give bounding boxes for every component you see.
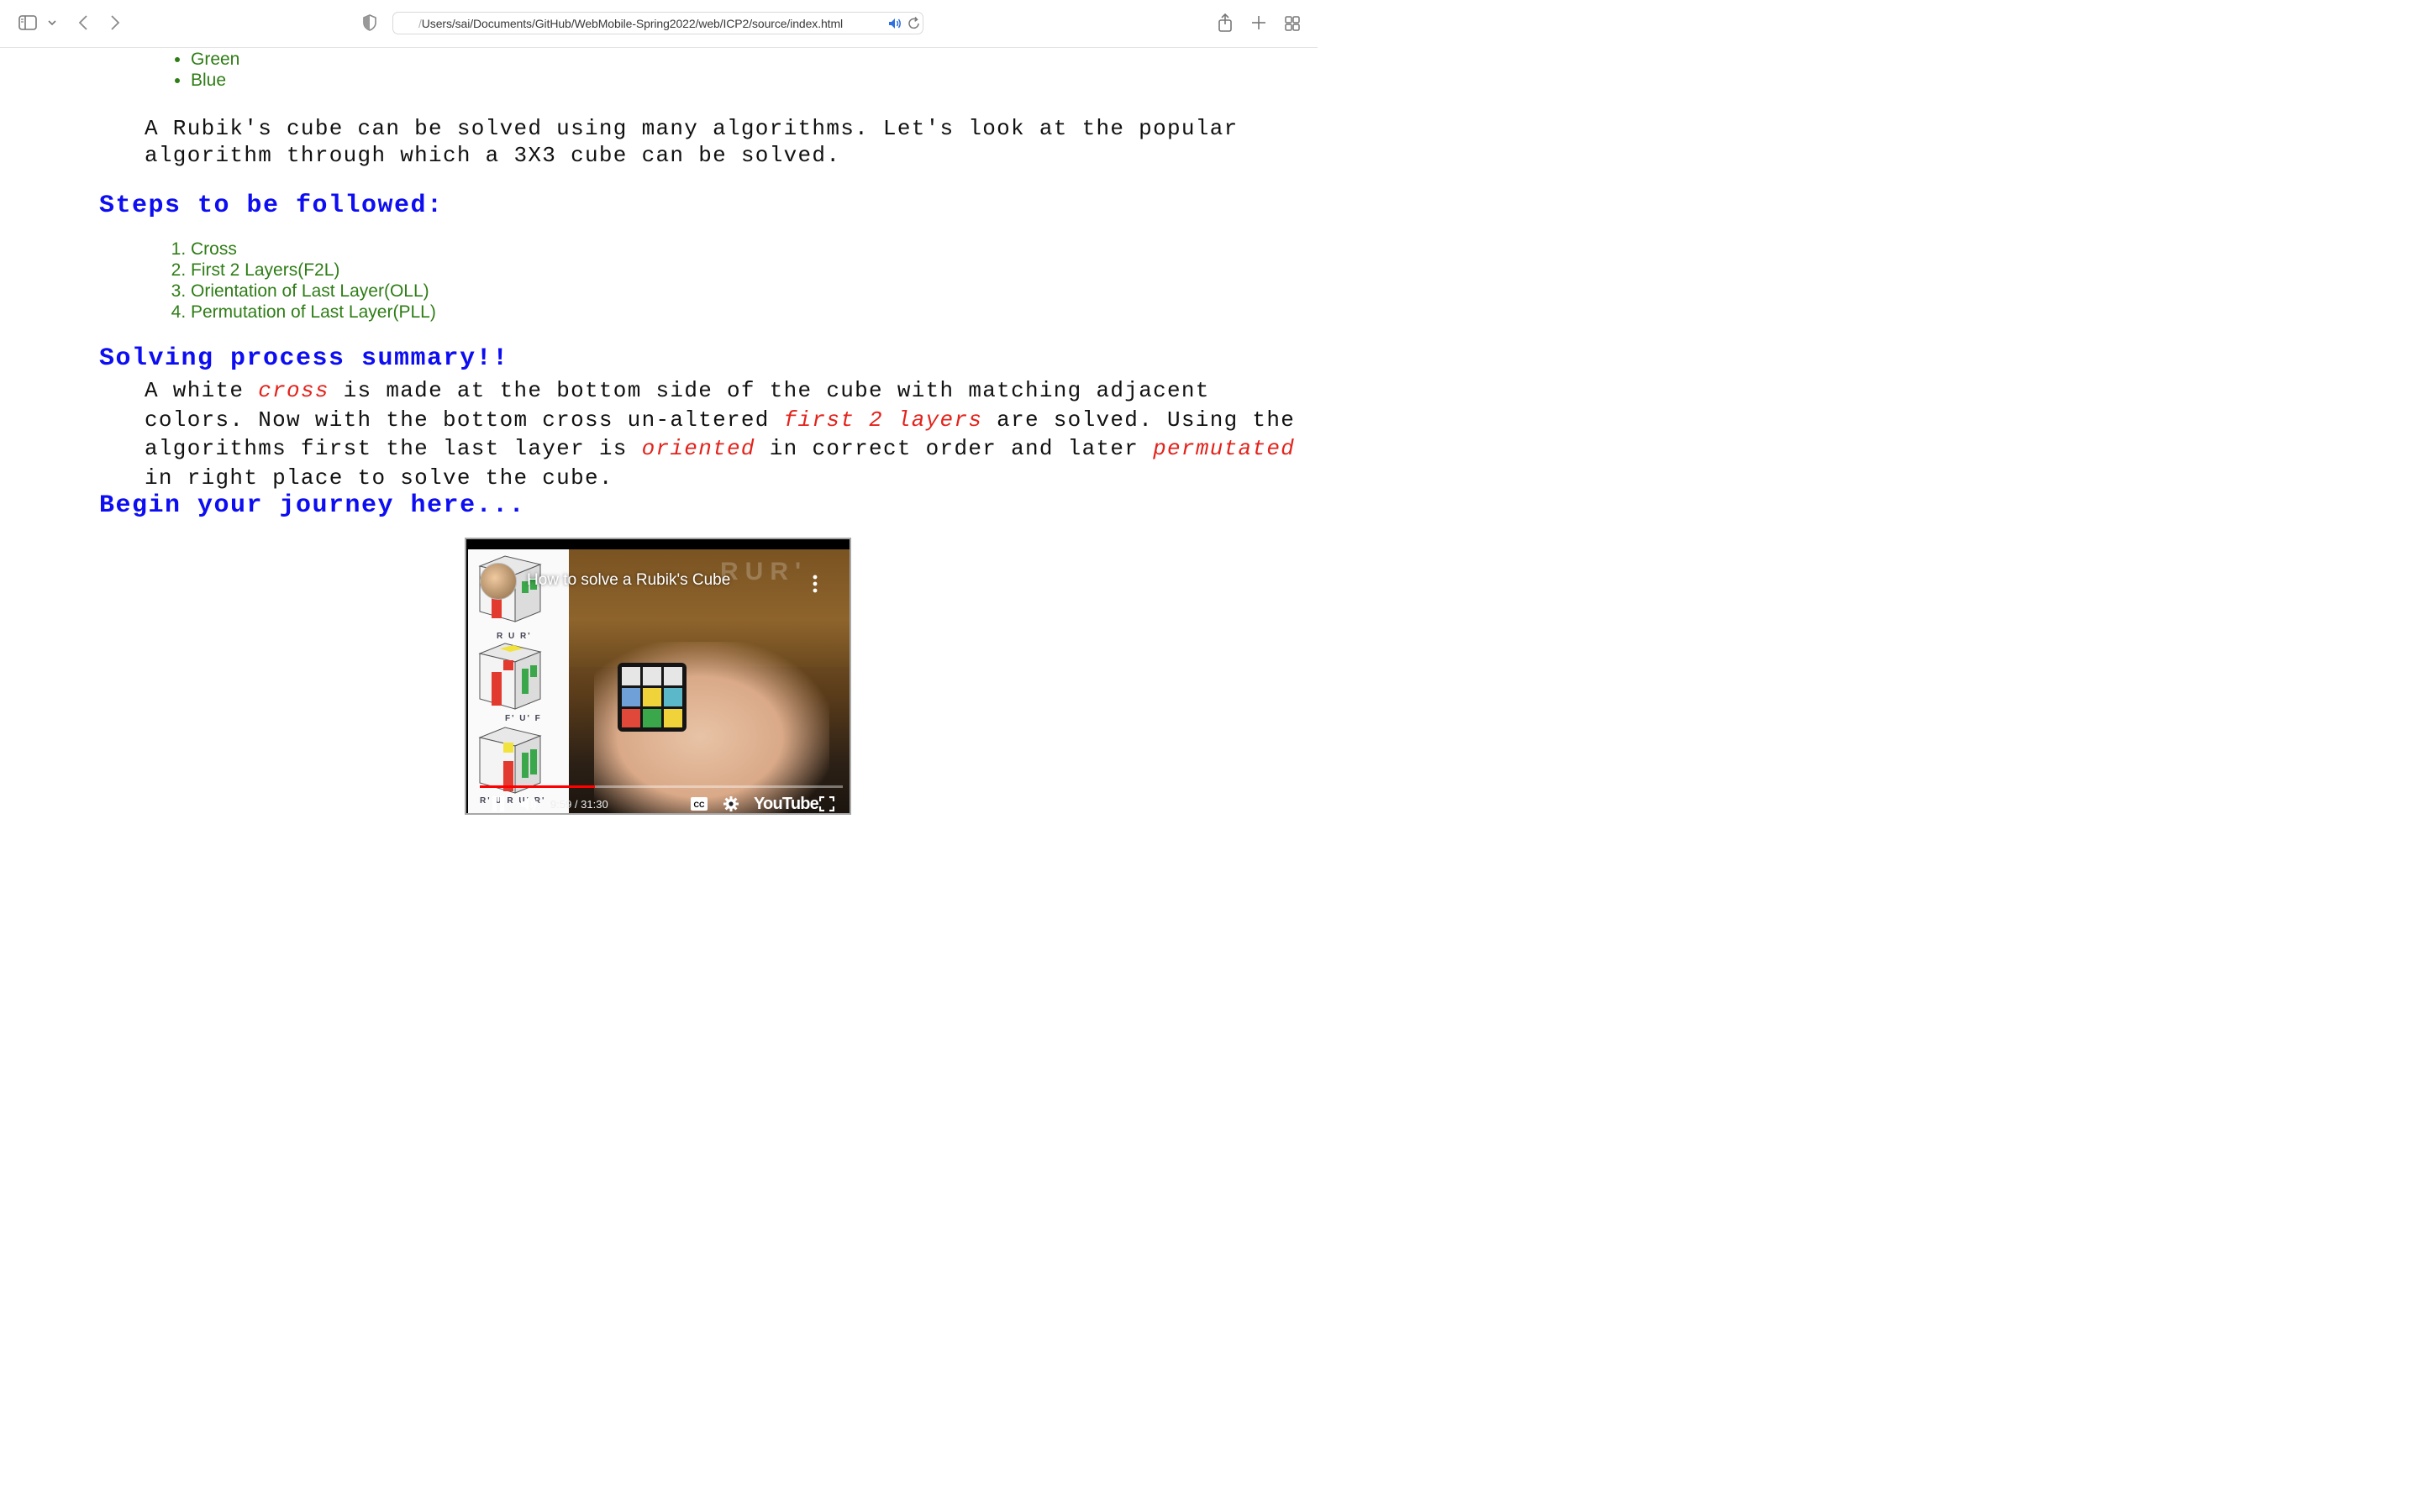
time-display: 9:59 / 31:30 xyxy=(550,797,608,811)
share-icon[interactable] xyxy=(1215,12,1235,34)
back-icon[interactable] xyxy=(74,12,92,34)
emphasis-first-2-layers: first 2 layers xyxy=(783,407,983,433)
video-title[interactable]: How to solve a Rubik's Cube xyxy=(527,571,730,590)
player-controls: 9:59 / 31:30 CC YouTube xyxy=(468,795,850,813)
steps-heading: Steps to be followed: xyxy=(99,192,444,220)
list-item: Blue xyxy=(191,70,239,91)
begin-heading: Begin your journey here... xyxy=(99,491,526,520)
summary-text: in right place to solve the cube. xyxy=(145,465,613,491)
intro-paragraph: A Rubik's cube can be solved using many … xyxy=(145,116,1239,168)
pause-icon[interactable] xyxy=(492,795,505,813)
tabs-grid-icon[interactable] xyxy=(1282,13,1302,34)
emphasis-cross: cross xyxy=(258,378,329,403)
list-item: Green xyxy=(191,49,239,70)
speaker-icon[interactable] xyxy=(887,16,902,31)
algorithm-label: F' U' F xyxy=(505,714,542,723)
progress-fill xyxy=(480,785,595,788)
sidebar-icon[interactable] xyxy=(17,13,39,32)
youtube-logo[interactable]: YouTube xyxy=(754,795,819,813)
list-item: Cross xyxy=(191,239,436,260)
summary-text: in correct order and later xyxy=(755,436,1154,461)
url-path: Users/sai/Documents/GitHub/WebMobile-Spr… xyxy=(421,17,844,30)
summary-heading: Solving process summary!! xyxy=(99,344,509,373)
colors-list: Green Blue xyxy=(161,49,239,91)
list-item: Orientation of Last Layer(OLL) xyxy=(191,281,436,302)
overlay-notation: RUR' xyxy=(720,558,808,585)
browser-toolbar: /Users/sai/Documents/GitHub/WebMobile-Sp… xyxy=(0,0,1318,48)
video-frame[interactable]: RUR' R U R' F' U' F R' U R U' R' How to … xyxy=(468,549,850,813)
shield-icon[interactable] xyxy=(361,13,378,32)
youtube-video-embed[interactable]: RUR' R U R' F' U' F R' U R U' R' How to … xyxy=(465,538,851,815)
volume-icon[interactable] xyxy=(520,795,539,813)
emphasis-oriented: oriented xyxy=(641,436,755,461)
list-item: Permutation of Last Layer(PLL) xyxy=(191,302,436,323)
more-options-icon[interactable] xyxy=(813,575,818,593)
reload-icon[interactable] xyxy=(908,16,921,31)
address-bar[interactable]: /Users/sai/Documents/GitHub/WebMobile-Sp… xyxy=(392,12,923,34)
algorithm-label: R U R' xyxy=(497,632,532,641)
summary-text: A white xyxy=(145,378,259,403)
forward-icon[interactable] xyxy=(106,12,124,34)
summary-paragraph: A white cross is made at the bottom side… xyxy=(145,376,1313,492)
captions-icon[interactable]: CC xyxy=(691,795,708,813)
emphasis-permutated: permutated xyxy=(1153,436,1296,461)
svg-text:CC: CC xyxy=(694,801,705,809)
list-item: First 2 Layers(F2L) xyxy=(191,260,436,281)
settings-gear-icon[interactable] xyxy=(723,795,739,813)
rubiks-cube-icon xyxy=(618,663,687,732)
steps-list: Cross First 2 Layers(F2L) Orientation of… xyxy=(160,239,436,323)
url-text: /Users/sai/Documents/GitHub/WebMobile-Sp… xyxy=(418,17,843,30)
fullscreen-icon[interactable] xyxy=(819,795,834,813)
channel-avatar[interactable] xyxy=(480,563,517,600)
chevron-down-icon[interactable] xyxy=(45,15,59,30)
progress-bar[interactable] xyxy=(480,785,843,788)
plus-icon[interactable] xyxy=(1249,12,1269,34)
